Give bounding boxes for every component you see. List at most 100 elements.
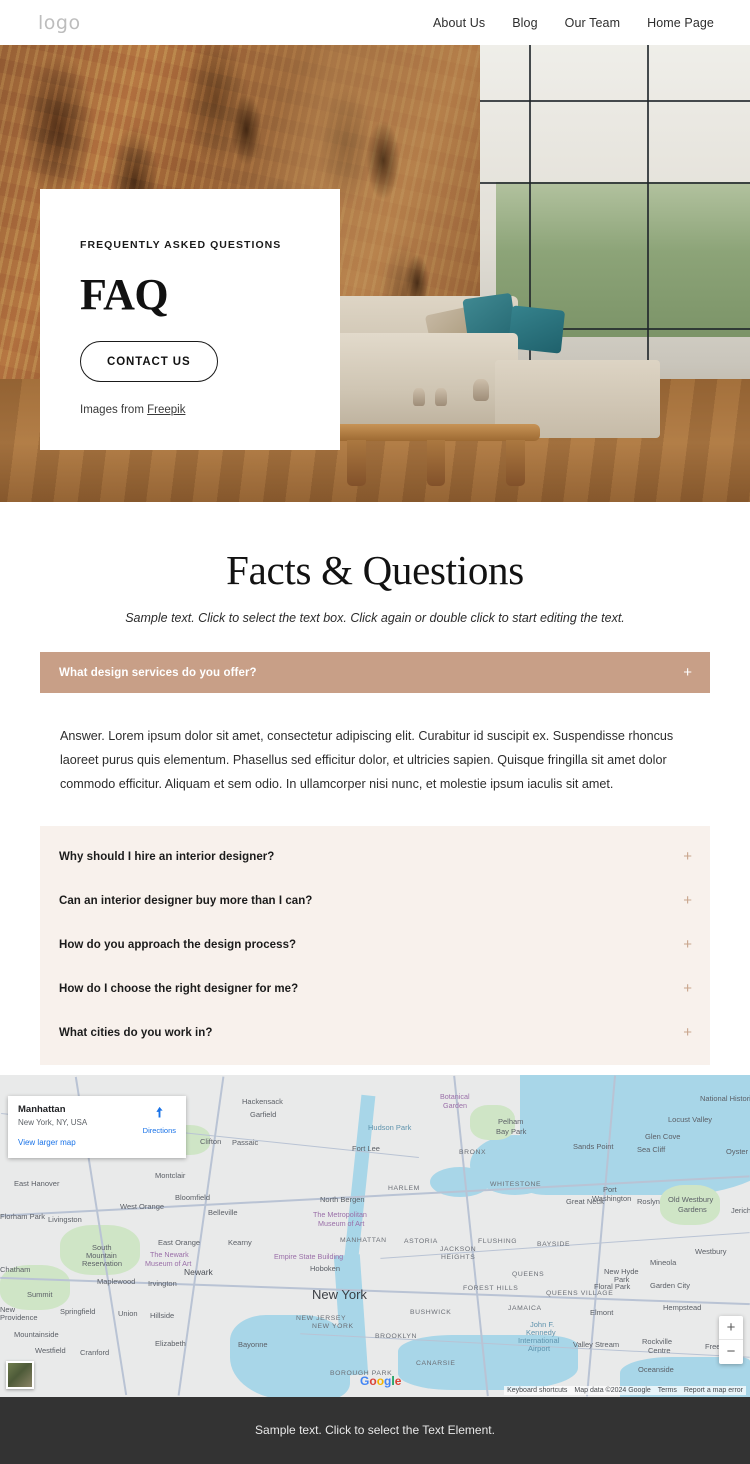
map-label: JACKSON xyxy=(440,1245,477,1253)
map-label: Port xyxy=(603,1184,617,1194)
map-zoom-in-button[interactable]: + xyxy=(719,1316,743,1340)
nav-link-about-us[interactable]: About Us xyxy=(433,16,485,30)
map-label: BRONX xyxy=(459,1148,487,1156)
nav-link-home-page[interactable]: Home Page xyxy=(647,16,714,30)
decor-vase xyxy=(435,387,447,407)
map-zoom-out-button[interactable]: − xyxy=(719,1340,743,1364)
map-label: Springfield xyxy=(60,1306,96,1316)
map-label: BAYSIDE xyxy=(537,1240,571,1248)
map-label: Hempstead xyxy=(663,1302,702,1312)
map-zoom-controls: + − xyxy=(719,1315,743,1364)
accordion-item[interactable]: How do you approach the design process? … xyxy=(40,923,710,967)
map-label: WHITESTONE xyxy=(490,1180,542,1188)
map-label: East Orange xyxy=(158,1237,201,1247)
map-label: Pelham xyxy=(498,1116,524,1126)
accordion-item[interactable]: How do I choose the right designer for m… xyxy=(40,967,710,1011)
google-map-embed[interactable]: HackensackGarfieldFairfieldCliftonPassai… xyxy=(0,1074,750,1397)
faq-section: Facts & Questions Sample text. Click to … xyxy=(0,502,750,1065)
plus-icon[interactable]: + xyxy=(683,849,692,864)
directions-button[interactable]: Directions xyxy=(143,1105,176,1135)
map-label: East Hanover xyxy=(14,1178,60,1188)
map-label: Clifton xyxy=(200,1136,222,1146)
contact-us-button[interactable]: CONTACT US xyxy=(80,341,218,382)
hero-title: FAQ xyxy=(80,270,169,319)
map-label: Reservation xyxy=(82,1258,123,1268)
view-larger-map-link[interactable]: View larger map xyxy=(18,1138,176,1147)
map-label: Hackensack xyxy=(242,1096,283,1106)
map-label: Airport xyxy=(528,1343,551,1353)
accordion-question: Why should I hire an interior designer? xyxy=(59,850,275,863)
map-label: Jericho xyxy=(731,1205,750,1215)
accordion-question: Can an interior designer buy more than I… xyxy=(59,894,313,907)
map-label: Garden City xyxy=(650,1280,691,1290)
map-label: Chatham xyxy=(0,1264,31,1274)
map-satellite-toggle[interactable] xyxy=(6,1360,34,1389)
plus-icon[interactable]: + xyxy=(683,893,692,908)
map-info-card: Manhattan New York, NY, USA View larger … xyxy=(8,1095,186,1158)
plus-icon[interactable]: + xyxy=(683,981,692,996)
map-label: Garfield xyxy=(250,1109,277,1119)
accordion-item[interactable]: Why should I hire an interior designer? … xyxy=(40,835,710,879)
map-label: Livingston xyxy=(48,1214,82,1224)
report-map-error-link[interactable]: Report a map error xyxy=(684,1387,743,1394)
map-label: Glen Cove xyxy=(645,1131,681,1141)
nav-link-our-team[interactable]: Our Team xyxy=(565,16,620,30)
map-water-hudson-river xyxy=(342,1094,376,1275)
hero-eyebrow: FREQUENTLY ASKED QUESTIONS xyxy=(80,239,282,251)
map-label: New York xyxy=(312,1286,367,1302)
map-label: BUSHWICK xyxy=(410,1308,452,1316)
nav-link-blog[interactable]: Blog xyxy=(512,16,537,30)
map-data-text: Map data ©2024 Google xyxy=(574,1386,651,1394)
accordion-item[interactable]: Can an interior designer buy more than I… xyxy=(40,879,710,923)
plus-icon[interactable]: + xyxy=(683,937,692,952)
map-label: Museum of Art xyxy=(318,1218,365,1228)
directions-label: Directions xyxy=(142,1125,176,1135)
map-label: The Newark xyxy=(150,1249,189,1259)
table-leg xyxy=(506,439,526,487)
keyboard-shortcuts-link[interactable]: Keyboard shortcuts xyxy=(507,1387,567,1394)
map-label: Cranford xyxy=(80,1347,110,1357)
map-label: Botanical xyxy=(440,1091,470,1101)
map-label: HEIGHTS xyxy=(441,1253,476,1261)
main-navigation: About Us Blog Our Team Home Page xyxy=(433,16,714,30)
map-label: Mountainside xyxy=(14,1329,59,1339)
map-highway xyxy=(0,1174,750,1216)
map-label: Rockville xyxy=(642,1336,673,1346)
directions-arrow-icon xyxy=(156,1106,163,1118)
map-label: Roslyn xyxy=(637,1196,660,1206)
decor-vase xyxy=(412,387,425,407)
map-label: Locust Valley xyxy=(668,1114,713,1124)
map-label: Sands Point xyxy=(573,1141,614,1151)
map-label: Elizabeth xyxy=(155,1338,186,1348)
map-label: Union xyxy=(118,1308,138,1318)
image-credit: Images from Freepik xyxy=(80,404,300,416)
hero-content-card: FREQUENTLY ASKED QUESTIONS FAQ CONTACT U… xyxy=(40,189,340,450)
map-label: QUEENS xyxy=(512,1270,545,1278)
map-attribution: Keyboard shortcuts Map data ©2024 Google… xyxy=(504,1385,746,1395)
map-label: Hudson Park xyxy=(368,1122,412,1132)
map-label: Belleville xyxy=(208,1207,238,1217)
accordion-item[interactable]: What cities do you work in? + xyxy=(40,1011,710,1055)
map-label: West Orange xyxy=(120,1201,165,1211)
freepik-link[interactable]: Freepik xyxy=(147,404,185,416)
map-label: Sea Cliff xyxy=(637,1144,666,1154)
plus-icon[interactable]: + xyxy=(683,665,692,680)
map-label: Passaic xyxy=(232,1137,259,1147)
map-label: Newark xyxy=(184,1266,213,1277)
map-label: The Metropolitan xyxy=(313,1209,367,1219)
map-label: Westbury xyxy=(695,1246,727,1256)
map-label: Summit xyxy=(27,1289,53,1299)
site-logo[interactable]: logo xyxy=(38,12,81,34)
window-frame-bar xyxy=(480,182,750,185)
plus-icon[interactable]: + xyxy=(683,1025,692,1040)
accordion-item-open[interactable]: What design services do you offer? + xyxy=(40,652,710,693)
map-label: NEW YORK xyxy=(312,1322,354,1330)
map-label: MANHATTAN xyxy=(340,1236,387,1244)
terms-link[interactable]: Terms xyxy=(658,1387,677,1394)
map-label: Bloomfield xyxy=(175,1192,211,1202)
map-label: HARLEM xyxy=(388,1184,420,1192)
hero-section: FREQUENTLY ASKED QUESTIONS FAQ CONTACT U… xyxy=(0,45,750,502)
map-label: Hoboken xyxy=(310,1263,341,1273)
map-label: Bayonne xyxy=(238,1339,268,1349)
decor-vase xyxy=(472,378,489,402)
